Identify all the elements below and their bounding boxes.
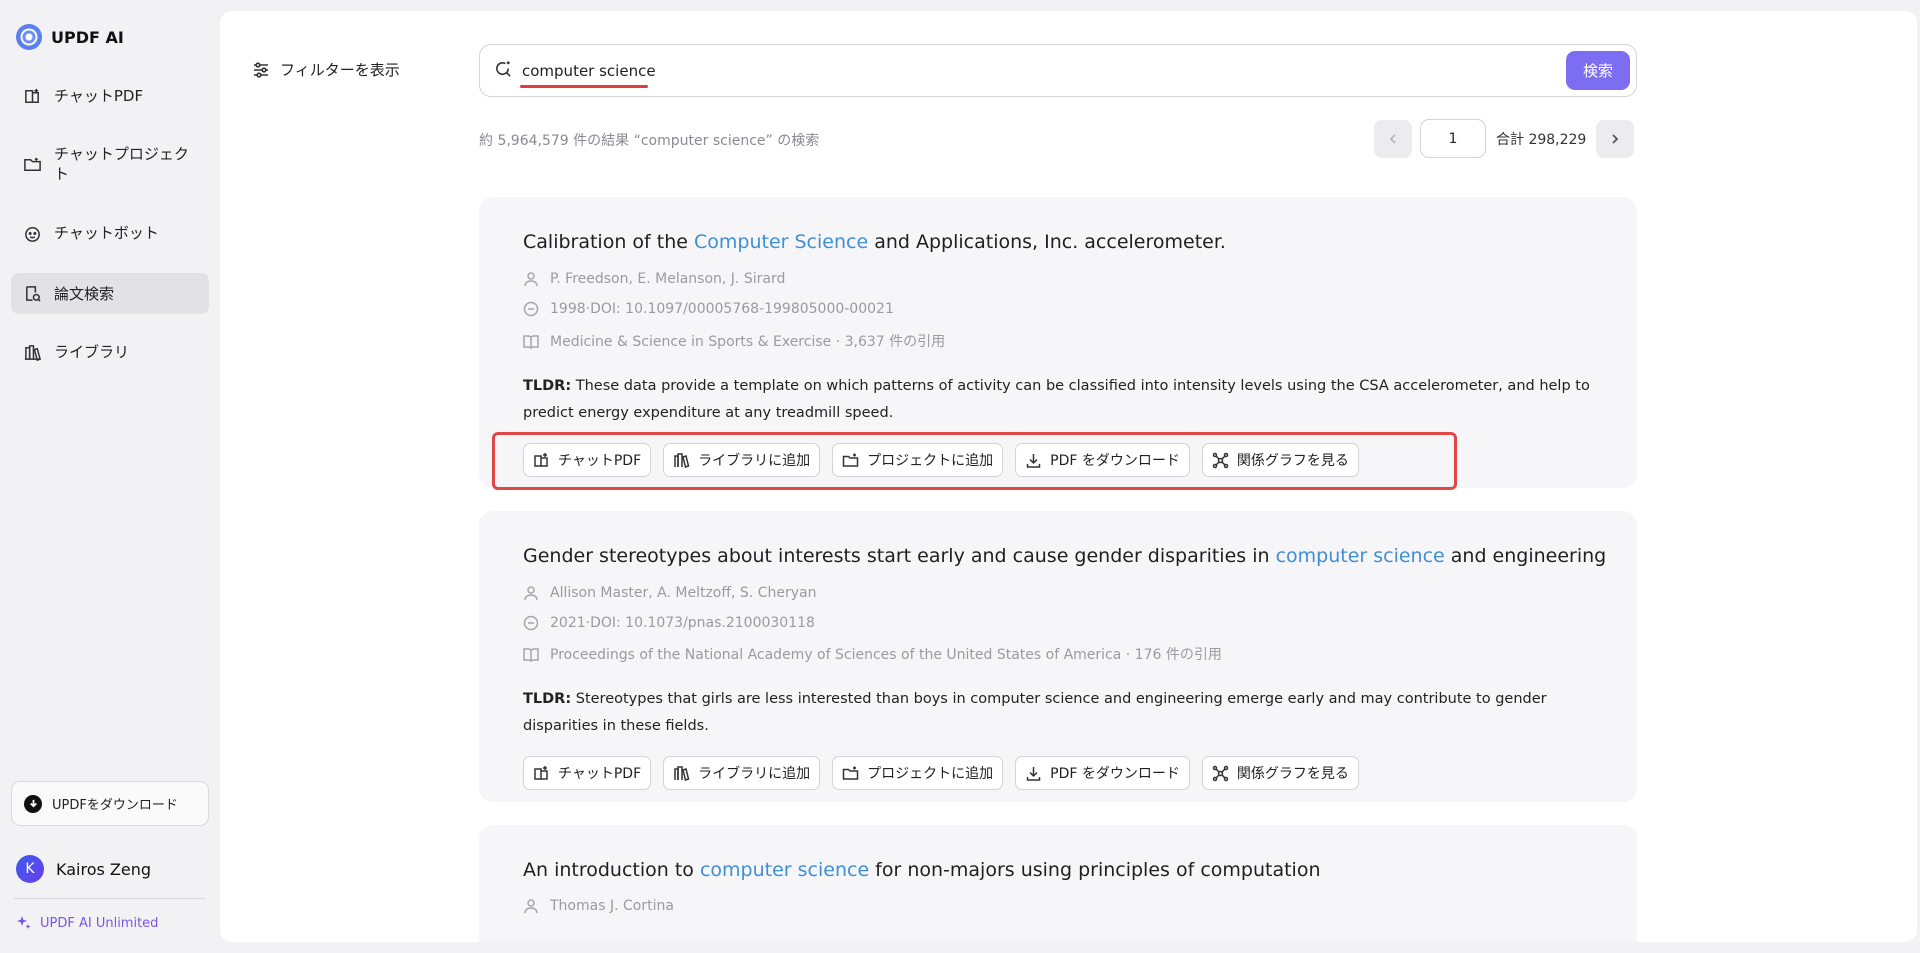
book-open-icon <box>523 335 539 349</box>
clock-icon <box>523 615 539 631</box>
chat-pdf-button[interactable]: チャットPDF <box>523 756 652 790</box>
view-graph-button[interactable]: 関係グラフを見る <box>1201 756 1359 790</box>
main-panel: フィルターを表示 検索 約 5,964,579 件の結果 “computer s… <box>220 11 1917 942</box>
plan-link[interactable]: UPDF AI Unlimited <box>16 915 158 931</box>
prev-page-button[interactable] <box>1374 119 1412 158</box>
paper-venue: Medicine & Science in Sports & Exercise … <box>523 331 945 351</box>
page-total: 合計 298,229 <box>1496 131 1587 148</box>
chevron-right-icon <box>1612 133 1619 144</box>
paper-title[interactable]: Calibration of the Computer Science and … <box>523 231 1226 253</box>
folder-icon <box>22 154 42 174</box>
sidebar-item-chat-pdf[interactable]: チャットPDF <box>11 79 209 113</box>
paper-authors: Thomas J. Cortina <box>523 898 674 914</box>
ai-search-icon <box>494 60 514 80</box>
download-icon <box>1026 766 1041 781</box>
person-icon <box>524 272 538 287</box>
sidebar-item-label: チャットボット <box>54 224 159 242</box>
chat-pdf-icon <box>534 765 548 780</box>
folder-icon <box>842 766 859 780</box>
add-to-project-button[interactable]: プロジェクトに追加 <box>832 756 1004 790</box>
user-profile[interactable]: K Kairos Zeng <box>16 855 151 883</box>
sidebar-item-chat-project[interactable]: チャットプロジェクト <box>11 141 209 187</box>
app-name: UPDF AI <box>51 27 124 47</box>
page-number-input[interactable]: 1 <box>1420 119 1486 158</box>
search-button[interactable]: 検索 <box>1566 51 1630 90</box>
annotation-highlight-box <box>492 432 1457 490</box>
sidebar-item-label: チャットプロジェクト <box>54 145 189 183</box>
paper-title[interactable]: An introduction to computer science for … <box>523 859 1320 881</box>
download-label: UPDFをダウンロード <box>52 798 178 813</box>
plan-label: UPDF AI Unlimited <box>40 915 159 931</box>
paper-tldr: TLDR: These data provide a template on w… <box>523 378 1590 421</box>
graph-icon <box>1212 765 1229 781</box>
user-name: Kairos Zeng <box>56 859 151 879</box>
paper-doi: 1998·DOI: 10.1097/00005768-199805000-000… <box>523 301 894 317</box>
search-annotation-underline <box>520 85 648 88</box>
updf-logo-icon <box>16 24 42 50</box>
download-updf-button[interactable]: UPDFをダウンロード <box>11 781 209 826</box>
paper-card: Gender stereotypes about interests start… <box>479 511 1637 802</box>
library-icon <box>22 342 42 362</box>
search-bar: 検索 <box>479 44 1637 97</box>
person-icon <box>524 586 538 601</box>
sidebar-item-library[interactable]: ライブラリ <box>11 335 209 369</box>
paper-search-icon <box>22 284 42 304</box>
paper-authors: P. Freedson, E. Melanson, J. Sirard <box>523 271 785 287</box>
sidebar: UPDF AI チャットPDF チャットプロジェクト チャットボット 論文検索 … <box>0 0 220 953</box>
search-input[interactable] <box>522 58 1522 84</box>
chevron-left-icon <box>1389 133 1396 144</box>
paper-doi: 2021·DOI: 10.1073/pnas.2100030118 <box>523 615 815 631</box>
add-to-library-button[interactable]: ライブラリに追加 <box>663 756 821 790</box>
sidebar-item-chatbot[interactable]: チャットボット <box>11 216 209 250</box>
book-open-icon <box>523 648 539 662</box>
filter-toggle-button[interactable]: フィルターを表示 <box>252 59 400 80</box>
download-icon <box>24 794 42 813</box>
chat-pdf-icon <box>22 86 42 106</box>
paper-authors: Allison Master, A. Meltzoff, S. Cheryan <box>523 585 816 601</box>
library-icon <box>674 765 690 781</box>
download-pdf-button[interactable]: PDF をダウンロード <box>1015 756 1190 790</box>
sidebar-item-paper-search[interactable]: 論文検索 <box>11 273 209 314</box>
pagination: 1 合計 298,229 <box>1374 119 1635 158</box>
bot-icon <box>22 223 42 243</box>
next-page-button[interactable] <box>1596 119 1635 158</box>
paper-card: An introduction to computer science for … <box>479 825 1637 942</box>
sidebar-item-label: チャットPDF <box>54 87 144 105</box>
filter-sliders-icon <box>254 61 268 78</box>
result-count: 約 5,964,579 件の結果 “computer science” の検索 <box>479 133 820 149</box>
paper-venue: Proceedings of the National Academy of S… <box>523 644 1222 664</box>
avatar: K <box>16 855 44 883</box>
paper-actions: チャットPDF ライブラリに追加 プロジェクトに追加 PDF をダウンロード 関… <box>523 756 1359 790</box>
sparkle-icon <box>17 916 31 929</box>
sidebar-item-label: 論文検索 <box>54 284 115 303</box>
clock-icon <box>523 301 539 317</box>
paper-tldr: TLDR: Stereotypes that girls are less in… <box>523 691 1547 734</box>
sidebar-item-label: ライブラリ <box>54 343 130 361</box>
filter-label: フィルターを表示 <box>280 61 400 79</box>
paper-title[interactable]: Gender stereotypes about interests start… <box>523 545 1606 567</box>
paper-card: Calibration of the Computer Science and … <box>479 197 1637 490</box>
sidebar-divider <box>14 898 206 899</box>
brand[interactable]: UPDF AI <box>16 24 124 50</box>
person-icon <box>524 899 538 914</box>
